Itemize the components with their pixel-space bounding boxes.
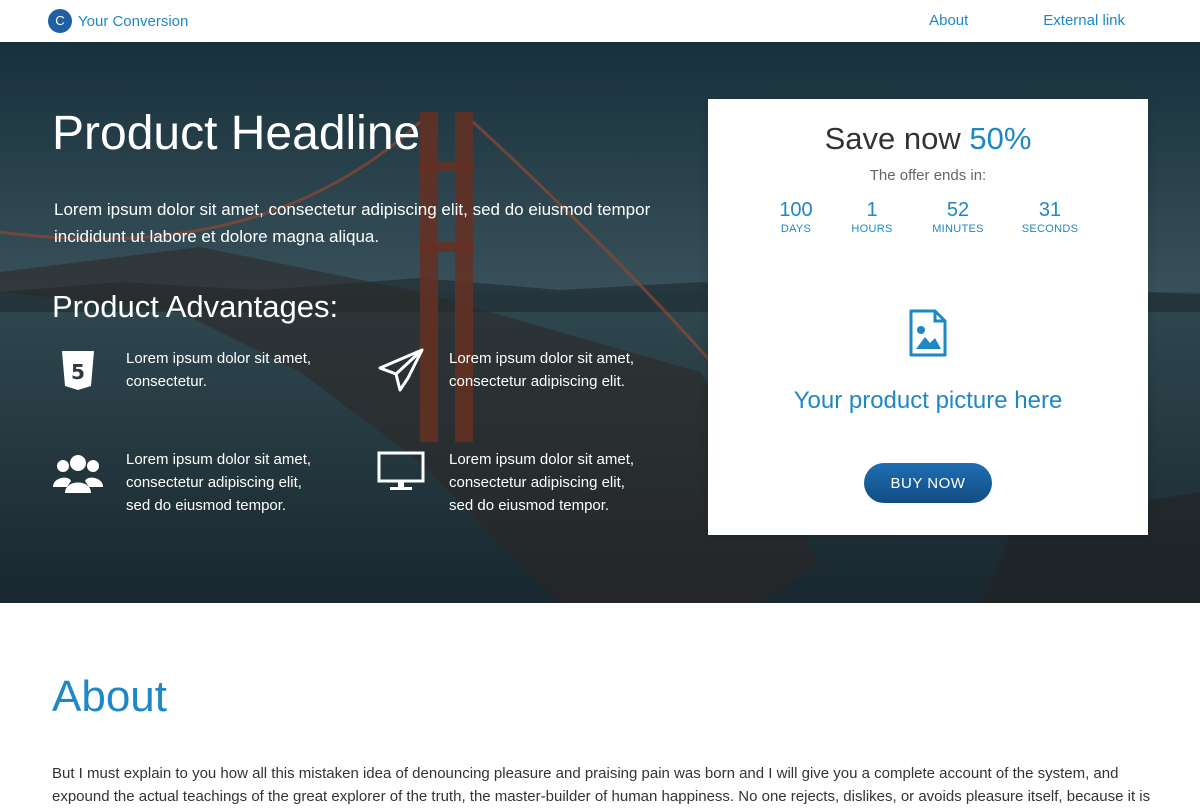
image-file-icon (908, 309, 948, 357)
html5-icon: 5 (52, 347, 104, 395)
advantage-text-3: Lorem ipsum dolor sit amet, consectetur … (126, 451, 312, 514)
brand-name: Your Conversion (78, 12, 189, 30)
offer-card: Save now 50% The offer ends in: 100 DAYS… (708, 99, 1148, 535)
svg-text:5: 5 (71, 360, 85, 384)
discount-percent: 50% (969, 121, 1032, 156)
about-text: But I must explain to you how all this m… (52, 765, 1151, 805)
brand-logo-icon: C (48, 9, 72, 33)
product-subheadline: Lorem ipsum dolor sit amet, consectetur … (54, 200, 651, 246)
product-headline: Product Headline (52, 107, 421, 160)
countdown-days-label: DAYS (780, 223, 812, 235)
countdown-days-value: 100 (779, 199, 813, 221)
brand-logo-link[interactable]: C Your Conversion (48, 9, 188, 33)
save-now-label: Save now (824, 121, 961, 156)
countdown-minutes: 52 MINUTES (918, 199, 998, 235)
paper-plane-icon (375, 347, 427, 395)
users-icon (52, 448, 104, 496)
nav-link-about[interactable]: About (929, 12, 968, 29)
offer-ends-label: The offer ends in: (869, 167, 987, 184)
top-navbar: C Your Conversion About External link (0, 0, 1200, 42)
countdown-hours-value: 1 (866, 199, 878, 221)
product-picture-placeholder: Your product picture here (793, 387, 1063, 414)
countdown-seconds-label: SECONDS (1021, 223, 1079, 235)
countdown-seconds-value: 31 (1038, 199, 1062, 221)
monitor-icon (375, 448, 427, 496)
countdown-minutes-label: MINUTES (932, 223, 984, 235)
save-now-title: Save now 50% (708, 121, 1148, 157)
buy-now-button[interactable]: BUY NOW (864, 463, 992, 503)
countdown-hours-label: HOURS (851, 223, 893, 235)
countdown-seconds: 31 SECONDS (1010, 199, 1090, 235)
countdown-hours: 1 HOURS (832, 199, 912, 235)
hero-section: Product Headline Lorem ipsum dolor sit a… (0, 42, 1200, 603)
nav-links: About External link (929, 12, 1125, 29)
advantages-title: Product Advantages: (52, 289, 339, 324)
nav-link-external[interactable]: External link (1043, 12, 1125, 29)
advantage-text-4: Lorem ipsum dolor sit amet, consectetur … (449, 451, 635, 514)
countdown-days: 100 DAYS (756, 199, 836, 235)
advantage-text-2: Lorem ipsum dolor sit amet, consectetur … (449, 350, 635, 390)
about-heading: About (52, 672, 167, 721)
countdown-minutes-value: 52 (946, 199, 970, 221)
advantage-text-1: Lorem ipsum dolor sit amet, consectetur. (126, 350, 312, 390)
countdown-timer: 100 DAYS 1 HOURS 52 MINUTES 31 SECONDS (708, 199, 1148, 239)
